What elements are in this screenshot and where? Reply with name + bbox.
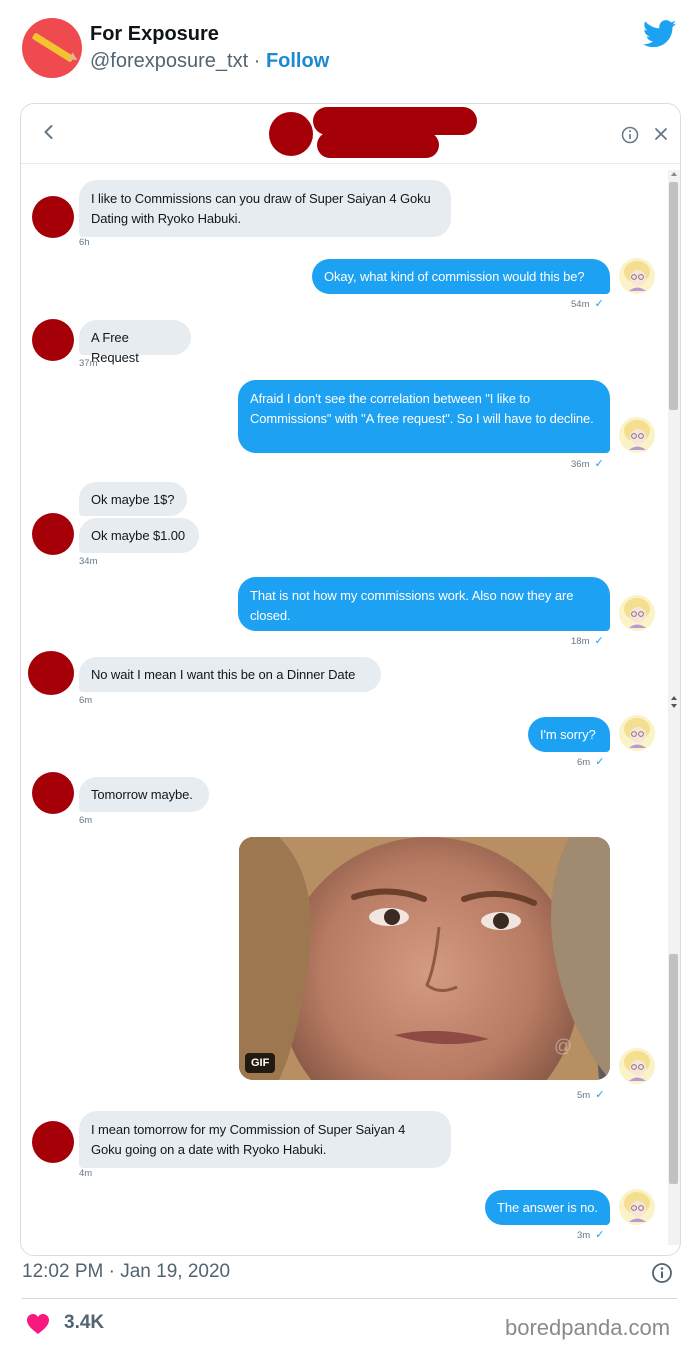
message-time: 6m (79, 695, 93, 706)
message-time: 3m (577, 1230, 591, 1241)
read-check-icon: ✓ (595, 1229, 605, 1241)
gif-image: @ (239, 837, 610, 1080)
scroll-up-arrow-icon[interactable] (671, 172, 677, 176)
message-bubble-incoming: A Free Request (79, 320, 191, 365)
heart-icon[interactable] (26, 1313, 50, 1335)
message-status: 18m ✓ (571, 634, 604, 647)
message-bubble-outgoing: That is not how my commissions work. Als… (238, 577, 610, 631)
message-bubble-incoming: I like to Commissions can you draw of Su… (79, 180, 451, 237)
contact-avatar (32, 1121, 74, 1163)
message-bubble-incoming: I mean tomorrow for my Commission of Sup… (79, 1111, 451, 1168)
message-time: 34m (79, 556, 98, 567)
display-name[interactable]: For Exposure (90, 23, 219, 46)
message-status: 3m ✓ (577, 1228, 604, 1241)
tweet-header: For Exposure @forexposure_txt · Follow (0, 0, 700, 100)
message-bubble-incoming: Tomorrow maybe. (79, 777, 209, 812)
message-time: 6h (79, 237, 90, 248)
close-icon[interactable] (653, 126, 669, 142)
message-status: 5m ✓ (577, 1088, 604, 1101)
read-check-icon: ✓ (595, 1089, 605, 1101)
twitter-bird-icon[interactable] (643, 20, 677, 48)
message-time: 6m (577, 757, 591, 768)
message-bubble-outgoing: Afraid I don't see the correlation betwe… (238, 380, 610, 453)
follow-button[interactable]: Follow (266, 50, 329, 72)
user-avatar (619, 1048, 655, 1084)
redacted-contact-avatar (269, 112, 313, 156)
redacted-contact-handle (317, 132, 439, 158)
scrollbar-thumb[interactable] (669, 954, 678, 1184)
message-bubble-outgoing: The answer is no. (485, 1190, 610, 1225)
info-icon[interactable] (621, 126, 639, 144)
info-icon[interactable] (651, 1262, 673, 1284)
message-bubble-outgoing: Okay, what kind of commission would this… (312, 259, 610, 294)
contact-avatar (32, 772, 74, 814)
user-avatar (619, 1189, 655, 1225)
message-time: 6m (79, 815, 93, 826)
redacted-contact-name (313, 107, 477, 135)
contact-avatar (28, 651, 74, 695)
message-bubble-incoming: Ok maybe 1$? (79, 482, 187, 516)
svg-text:@: @ (554, 1036, 572, 1056)
message-time: 36m (571, 459, 590, 470)
scroll-down-arrow-icon[interactable] (671, 704, 677, 708)
user-handle[interactable]: @forexposure_txt (90, 50, 248, 72)
gif-badge: GIF (245, 1053, 276, 1073)
user-avatar (619, 715, 655, 751)
handle-line: @forexposure_txt · Follow (90, 50, 329, 73)
message-time: 4m (79, 1168, 93, 1179)
chevron-left-icon[interactable] (39, 122, 59, 142)
contact-avatar (32, 319, 74, 361)
gif-attachment[interactable]: @ GIF (239, 837, 610, 1080)
scroll-up-arrow-icon[interactable] (671, 696, 677, 700)
user-avatar (619, 595, 655, 631)
watermark: boredpanda.com (505, 1315, 671, 1340)
message-bubble-outgoing: I'm sorry? (528, 717, 610, 752)
read-check-icon: ✓ (594, 635, 604, 647)
message-bubble-incoming: No wait I mean I want this be on a Dinne… (79, 657, 381, 692)
scrollbar-thumb[interactable] (669, 182, 678, 410)
message-time: 18m (571, 636, 590, 647)
message-status: 6m ✓ (577, 755, 604, 768)
read-check-icon: ✓ (595, 756, 605, 768)
message-time: 37m (79, 358, 98, 369)
divider (22, 1298, 677, 1299)
user-avatar (619, 258, 655, 294)
message-time: 54m (571, 299, 590, 310)
profile-avatar[interactable] (22, 18, 82, 78)
dm-topbar (21, 104, 680, 164)
read-check-icon: ✓ (594, 298, 604, 310)
read-check-icon: ✓ (594, 458, 604, 470)
handle-separator: · (248, 50, 266, 72)
tweet-timestamp[interactable]: 12:02 PM · Jan 19, 2020 (22, 1261, 230, 1283)
like-count[interactable]: 3.4K (64, 1312, 104, 1334)
contact-avatar (32, 196, 74, 238)
message-status: 36m ✓ (571, 457, 604, 470)
contact-avatar (32, 513, 74, 555)
message-time: 5m (577, 1090, 591, 1101)
dm-screenshot: I like to Commissions can you draw of Su… (20, 103, 681, 1256)
message-status: 54m ✓ (571, 297, 604, 310)
user-avatar (619, 417, 655, 453)
message-bubble-incoming: Ok maybe $1.00 (79, 518, 199, 553)
